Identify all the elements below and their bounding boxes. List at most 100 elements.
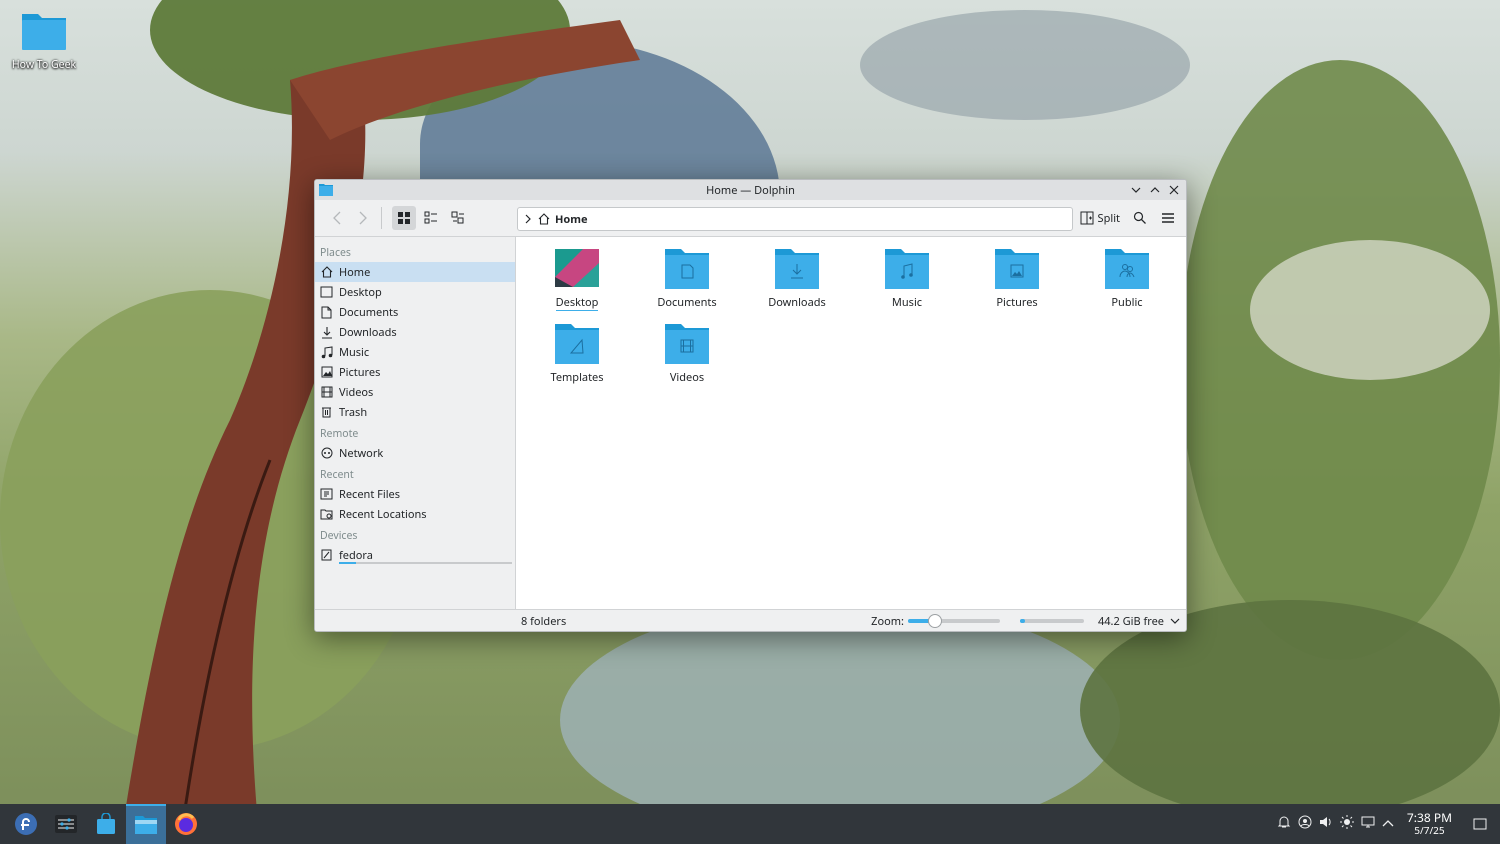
taskbar-dolphin[interactable] xyxy=(126,804,166,844)
folder-label: Pictures xyxy=(996,295,1038,310)
folder-item-videos[interactable]: Videos xyxy=(632,322,742,397)
search-button[interactable] xyxy=(1128,206,1152,230)
notifications-icon[interactable] xyxy=(1277,815,1291,833)
user-account-icon[interactable] xyxy=(1298,815,1312,833)
split-view-icon xyxy=(1080,211,1094,225)
settings-sliders-icon xyxy=(55,815,77,833)
chevron-up-icon xyxy=(1150,187,1159,193)
file-view[interactable]: Desktop Documents Downloads Music Pictur… xyxy=(516,237,1186,609)
zoom-slider-handle[interactable] xyxy=(927,614,942,628)
sidebar-item-recent-files[interactable]: Recent Files xyxy=(315,484,515,504)
show-desktop-button[interactable] xyxy=(1460,804,1500,844)
clock-date: 5/7/25 xyxy=(1414,823,1445,838)
taskbar: 7:38 PM 5/7/25 xyxy=(0,804,1500,844)
breadcrumb-home[interactable]: Home xyxy=(555,212,588,227)
sidebar-item-documents[interactable]: Documents xyxy=(315,302,515,322)
sidebar-item-videos[interactable]: Videos xyxy=(315,382,515,402)
sidebar-item-label: fedora xyxy=(339,547,373,563)
forward-button[interactable] xyxy=(351,206,375,230)
sidebar-item-label: Trash xyxy=(339,404,368,420)
free-space-label[interactable]: 44.2 GiB free xyxy=(1098,614,1164,629)
firefox-icon xyxy=(175,813,197,835)
folder-item-desktop[interactable]: Desktop xyxy=(522,247,632,322)
details-view-icon xyxy=(451,211,464,224)
folder-music-icon xyxy=(885,249,929,289)
chevron-up-icon[interactable] xyxy=(1382,817,1394,832)
folder-item-downloads[interactable]: Downloads xyxy=(742,247,852,322)
digital-clock[interactable]: 7:38 PM 5/7/25 xyxy=(1407,812,1452,835)
status-bar: 8 folders Zoom: 44.2 GiB free xyxy=(315,609,1186,631)
section-recent: Recent xyxy=(320,468,354,482)
window-title: Home — Dolphin xyxy=(706,182,795,198)
chevron-down-icon[interactable] xyxy=(1170,616,1180,626)
network-wired-icon[interactable] xyxy=(1361,815,1375,833)
sidebar-item-pictures[interactable]: Pictures xyxy=(315,362,515,382)
minimize-button[interactable] xyxy=(1127,182,1144,199)
folder-label: Desktop xyxy=(555,295,599,311)
split-button[interactable]: Split xyxy=(1076,206,1124,230)
sidebar-item-recent-locations[interactable]: Recent Locations xyxy=(315,504,515,524)
zoom-label: Zoom: xyxy=(871,613,904,629)
section-remote: Remote xyxy=(320,427,359,441)
dolphin-window: Home — Dolphin Home Split Places Home De… xyxy=(314,179,1187,632)
folder-item-public[interactable]: Public xyxy=(1072,247,1182,322)
sidebar-item-label: Downloads xyxy=(339,324,397,340)
desktop-icon xyxy=(320,286,333,299)
sidebar-item-downloads[interactable]: Downloads xyxy=(315,322,515,342)
details-view-button[interactable] xyxy=(446,206,470,230)
desktop-folder-how-to-geek[interactable]: How To Geek xyxy=(8,8,80,72)
title-bar[interactable]: Home — Dolphin xyxy=(315,180,1186,200)
sidebar-item-label: Recent Files xyxy=(339,486,401,502)
sidebar-item-label: Music xyxy=(339,344,370,360)
split-label: Split xyxy=(1097,210,1120,226)
folder-public-icon xyxy=(1105,249,1149,289)
film-icon xyxy=(320,386,333,399)
sidebar-item-network[interactable]: Network xyxy=(315,443,515,463)
recent-files-icon xyxy=(320,488,333,501)
brightness-icon[interactable] xyxy=(1339,815,1354,833)
zoom-slider[interactable] xyxy=(908,614,1000,628)
sidebar-item-label: Home xyxy=(339,264,371,280)
places-panel: Places Home Desktop Documents Downloads … xyxy=(315,237,516,609)
close-button[interactable] xyxy=(1165,182,1182,199)
back-button[interactable] xyxy=(325,206,349,230)
taskbar-discover[interactable] xyxy=(86,804,126,844)
compact-view-icon xyxy=(424,211,437,224)
sidebar-item-desktop[interactable]: Desktop xyxy=(315,282,515,302)
folder-item-templates[interactable]: Templates xyxy=(522,322,632,397)
location-bar[interactable]: Home xyxy=(517,207,1073,231)
icons-view-button[interactable] xyxy=(392,206,416,230)
arrow-back-icon xyxy=(333,211,341,225)
compact-view-button[interactable] xyxy=(419,206,443,230)
sidebar-item-label: Desktop xyxy=(339,284,382,300)
chevron-right-icon[interactable] xyxy=(524,214,532,224)
volume-icon[interactable] xyxy=(1319,815,1333,833)
folder-downloads-icon xyxy=(775,249,819,289)
sidebar-item-trash[interactable]: Trash xyxy=(315,402,515,422)
hamburger-menu-button[interactable] xyxy=(1156,206,1180,230)
sidebar-item-label: Recent Locations xyxy=(339,506,427,522)
desktop-folder-icon xyxy=(555,249,599,287)
folder-item-music[interactable]: Music xyxy=(852,247,962,322)
toolbar-separator xyxy=(381,207,382,229)
folder-label: Downloads xyxy=(768,295,826,310)
toolbar: Home Split xyxy=(315,200,1186,237)
folder-item-pictures[interactable]: Pictures xyxy=(962,247,1072,322)
sidebar-item-home[interactable]: Home xyxy=(315,262,515,282)
taskbar-firefox[interactable] xyxy=(166,804,206,844)
folder-templates-icon xyxy=(555,324,599,364)
fedora-logo-icon xyxy=(15,813,37,835)
folder-label: Public xyxy=(1111,295,1143,310)
recent-locations-icon xyxy=(320,508,333,521)
application-launcher[interactable] xyxy=(6,804,46,844)
sidebar-item-music[interactable]: Music xyxy=(315,342,515,362)
taskbar-system-settings[interactable] xyxy=(46,804,86,844)
folder-icon xyxy=(135,816,157,834)
folder-label: Videos xyxy=(669,370,705,385)
sidebar-item-label: Videos xyxy=(339,384,374,400)
folder-item-documents[interactable]: Documents xyxy=(632,247,742,322)
music-note-icon xyxy=(320,345,333,359)
sidebar-item-label: Pictures xyxy=(339,364,381,380)
icons-view-icon xyxy=(398,212,410,224)
maximize-button[interactable] xyxy=(1146,182,1163,199)
